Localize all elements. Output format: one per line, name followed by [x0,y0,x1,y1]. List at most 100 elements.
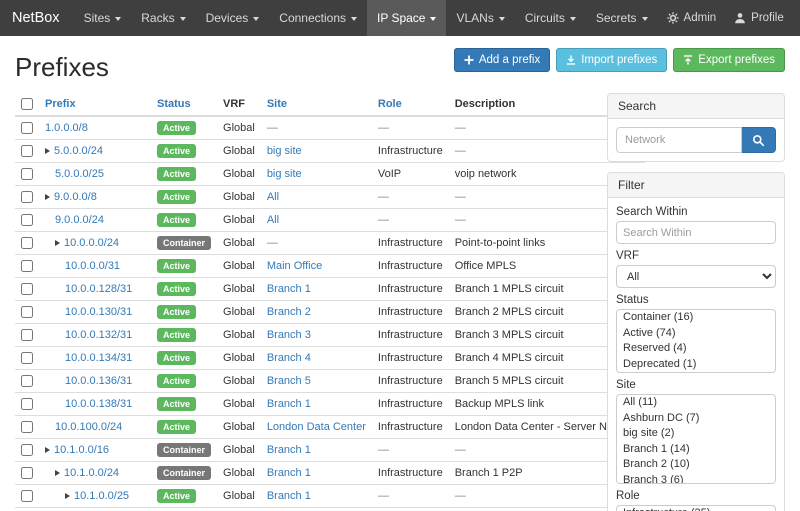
site-link[interactable]: All [267,214,279,226]
column-header-vrf: VRF [217,93,261,116]
site-link[interactable]: Branch 5 [267,375,311,387]
prefix-link[interactable]: 9.0.0.0/24 [55,214,104,226]
add-a-prefix-button[interactable]: Add a prefix [454,48,550,72]
prefix-link[interactable]: 1.0.0.0/8 [45,122,88,134]
role-cell: — [372,186,449,209]
row-checkbox[interactable] [21,260,33,272]
prefix-link[interactable]: 10.1.0.0/24 [64,467,119,479]
app-brand[interactable]: NetBox [12,0,60,36]
site-option[interactable]: big site (2) [617,426,775,442]
prefix-link[interactable]: 10.0.0.134/31 [65,352,132,364]
status-listbox[interactable]: Container (16)Active (74)Reserved (4)Dep… [616,309,776,373]
site-link[interactable]: Branch 1 [267,490,311,502]
user-menu-admin[interactable]: Admin [658,0,726,36]
site-link[interactable]: Branch 2 [267,306,311,318]
expand-caret-icon[interactable] [45,148,50,154]
site-listbox[interactable]: All (11)Ashburn DC (7)big site (2)Branch… [616,394,776,484]
vrf-select[interactable]: All [616,265,776,288]
role-listbox[interactable]: Infrastructure (25)Management (8)Private… [616,505,776,511]
role-option[interactable]: Infrastructure (25) [617,506,775,511]
site-option[interactable]: All (11) [617,395,775,411]
row-checkbox[interactable] [21,283,33,295]
site-option[interactable]: Branch 3 (6) [617,473,775,485]
prefix-link[interactable]: 9.0.0.0/8 [54,191,97,203]
expand-caret-icon[interactable] [45,194,50,200]
nav-item-vlans[interactable]: VLANs [446,0,514,36]
column-header-site[interactable]: Site [261,93,372,116]
site-link[interactable]: Branch 1 [267,398,311,410]
row-checkbox[interactable] [21,398,33,410]
site-link[interactable]: Branch 1 [267,467,311,479]
export-prefixes-button[interactable]: Export prefixes [673,48,785,72]
site-link[interactable]: Branch 4 [267,352,311,364]
expand-caret-icon[interactable] [55,240,60,246]
prefix-link[interactable]: 10.1.0.0/16 [54,444,109,456]
row-checkbox[interactable] [21,191,33,203]
prefix-link[interactable]: 10.0.0.136/31 [65,375,132,387]
column-header-prefix[interactable]: Prefix [39,93,151,116]
row-checkbox[interactable] [21,306,33,318]
row-checkbox[interactable] [21,490,33,502]
search-button[interactable] [742,127,776,153]
nav-item-label: IP Space [377,11,425,25]
prefix-link[interactable]: 10.1.0.0/25 [74,490,129,502]
row-checkbox[interactable] [21,145,33,157]
row-checkbox[interactable] [21,467,33,479]
nav-item-ip-space[interactable]: IP Space [367,0,446,36]
column-header-role[interactable]: Role [372,93,449,116]
nav-item-devices[interactable]: Devices [196,0,270,36]
nav-item-connections[interactable]: Connections [269,0,367,36]
row-checkbox[interactable] [21,122,33,134]
row-checkbox[interactable] [21,237,33,249]
row-checkbox[interactable] [21,214,33,226]
site-link[interactable]: All [267,191,279,203]
prefix-link[interactable]: 10.0.0.130/31 [65,306,132,318]
status-option[interactable]: Container (16) [617,310,775,326]
user-menu-profile[interactable]: Profile [725,0,793,36]
select-all-checkbox[interactable] [21,98,33,110]
prefix-link[interactable]: 10.0.100.0/24 [55,421,122,433]
row-checkbox[interactable] [21,421,33,433]
site-link[interactable]: big site [267,168,302,180]
site-link[interactable]: Main Office [267,260,322,272]
site-option[interactable]: Branch 1 (14) [617,442,775,458]
status-option[interactable]: Reserved (4) [617,341,775,357]
site-option[interactable]: Branch 2 (10) [617,457,775,473]
row-checkbox[interactable] [21,375,33,387]
site-link[interactable]: London Data Center [267,421,366,433]
prefix-link[interactable]: 5.0.0.0/24 [54,145,103,157]
user-menu-log-out[interactable]: Log out [793,0,800,36]
expand-caret-icon[interactable] [55,470,60,476]
row-checkbox[interactable] [21,352,33,364]
nav-item-sites[interactable]: Sites [74,0,132,36]
row-checkbox[interactable] [21,444,33,456]
search-input[interactable] [616,127,742,153]
expand-caret-icon[interactable] [65,493,70,499]
nav-item-circuits[interactable]: Circuits [515,0,586,36]
site-link[interactable]: Branch 1 [267,283,311,295]
site-link[interactable]: Branch 3 [267,329,311,341]
prefix-link[interactable]: 10.0.0.0/24 [64,237,119,249]
column-header-status[interactable]: Status [151,93,217,116]
row-checkbox[interactable] [21,168,33,180]
prefix-link[interactable]: 10.0.0.132/31 [65,329,132,341]
expand-caret-icon[interactable] [45,447,50,453]
status-option[interactable]: Active (74) [617,326,775,342]
status-option[interactable]: Deprecated (1) [617,357,775,373]
nav-item-secrets[interactable]: Secrets [586,0,658,36]
prefix-link[interactable]: 10.0.0.138/31 [65,398,132,410]
site-link[interactable]: Branch 1 [267,444,311,456]
prefix-link[interactable]: 5.0.0.0/25 [55,168,104,180]
prefix-link[interactable]: 10.0.0.128/31 [65,283,132,295]
import-prefixes-button[interactable]: Import prefixes [556,48,667,72]
site-option[interactable]: Ashburn DC (7) [617,411,775,427]
nav-item-racks[interactable]: Racks [131,0,195,36]
status-badge: Active [157,144,196,158]
navbar: NetBox SitesRacksDevicesConnections IP Sp… [0,0,800,36]
site-link[interactable]: big site [267,145,302,157]
prefix-link[interactable]: 10.0.0.0/31 [65,260,120,272]
column-sort-link: Status [157,98,191,110]
search-within-input[interactable] [616,221,776,244]
row-checkbox[interactable] [21,329,33,341]
vrf-cell: Global [217,324,261,347]
